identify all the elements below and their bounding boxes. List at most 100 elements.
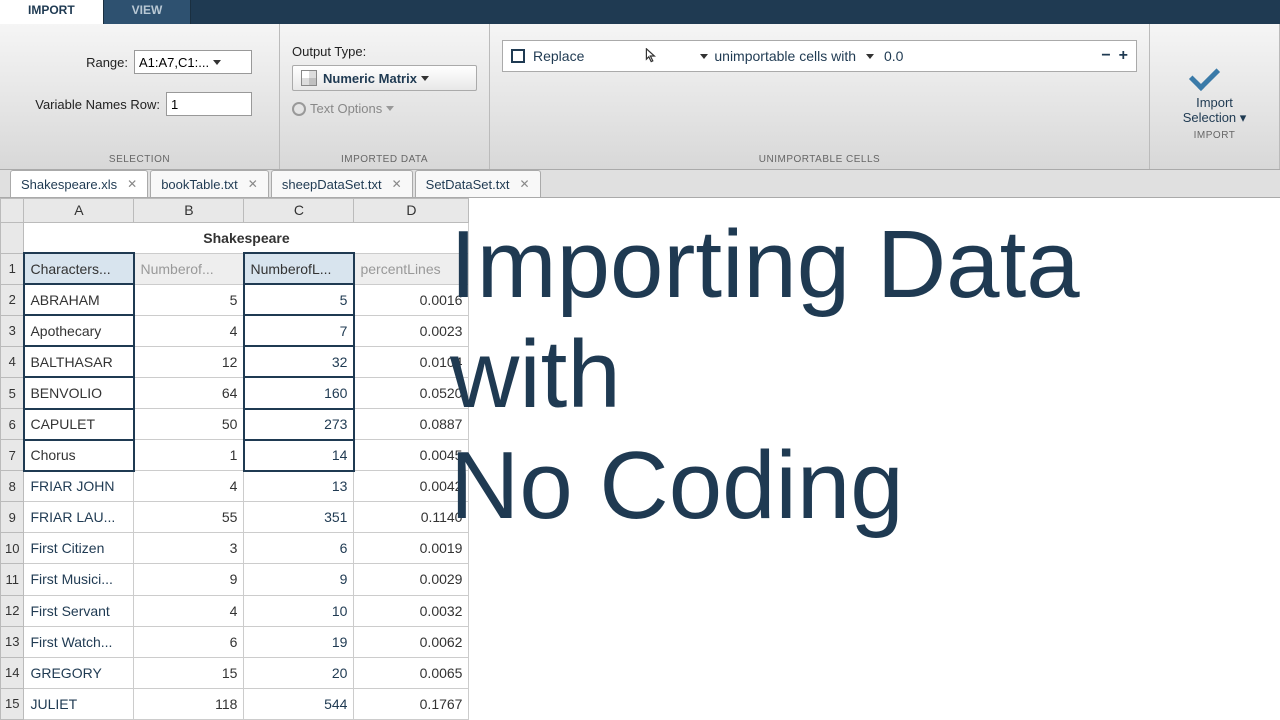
row-header[interactable]: 3	[1, 315, 24, 346]
row-header[interactable]: 11	[1, 564, 24, 595]
ribbon: Range: A1:A7,C1:... Variable Names Row: …	[0, 24, 1280, 170]
row-header[interactable]: 6	[1, 409, 24, 440]
chevron-down-icon	[421, 76, 429, 81]
row-header[interactable]: 2	[1, 284, 24, 315]
range-label: Range:	[12, 55, 128, 70]
close-icon[interactable]: ✕	[392, 177, 402, 191]
import-label: ImportSelection ▾	[1183, 95, 1247, 126]
table-cell[interactable]: BALTHASAR	[24, 346, 134, 377]
column-header[interactable]: C	[244, 199, 354, 223]
table-cell[interactable]: Chorus	[24, 440, 134, 471]
table-cell[interactable]: 6	[244, 533, 354, 564]
table-cell[interactable]: BENVOLIO	[24, 377, 134, 408]
tab-import[interactable]: IMPORT	[0, 0, 104, 24]
table-cell[interactable]: 0.1767	[354, 688, 469, 719]
table-cell[interactable]: 1	[134, 440, 244, 471]
range-input[interactable]: A1:A7,C1:...	[134, 50, 252, 74]
table-cell[interactable]: 9	[244, 564, 354, 595]
minus-button[interactable]: −	[1101, 47, 1110, 65]
varnames-input[interactable]	[166, 92, 252, 116]
cursor-icon	[644, 48, 660, 64]
table-cell[interactable]: ABRAHAM	[24, 284, 134, 315]
row-header[interactable]: 15	[1, 688, 24, 719]
data-table[interactable]: ABCDShakespeare1Characters...Numberof...…	[0, 198, 469, 720]
table-cell[interactable]: 20	[244, 657, 354, 688]
import-selection-button[interactable]: ImportSelection ▾	[1183, 57, 1247, 126]
replace-label: Replace	[533, 48, 584, 64]
output-type-dropdown[interactable]: Numeric Matrix	[292, 65, 477, 91]
row-header[interactable]: 13	[1, 626, 24, 657]
chevron-down-icon[interactable]	[700, 54, 708, 59]
table-cell[interactable]: 5	[134, 284, 244, 315]
table-cell[interactable]: 50	[134, 409, 244, 440]
table-cell[interactable]: 3	[134, 533, 244, 564]
table-cell[interactable]: FRIAR LAU...	[24, 502, 134, 533]
row-header[interactable]: 14	[1, 657, 24, 688]
plus-button[interactable]: +	[1119, 47, 1128, 65]
file-tab[interactable]: sheepDataSet.txt✕	[271, 170, 413, 197]
table-cell[interactable]: 160	[244, 377, 354, 408]
file-tab[interactable]: SetDataSet.txt✕	[415, 170, 541, 197]
table-cell[interactable]: 273	[244, 409, 354, 440]
row-header[interactable]: 5	[1, 377, 24, 408]
table-cell[interactable]: 544	[244, 688, 354, 719]
varnames-label: Variable Names Row:	[12, 97, 160, 112]
row-header[interactable]: 1	[1, 253, 24, 284]
table-cell[interactable]: 9	[134, 564, 244, 595]
table-cell[interactable]: First Citizen	[24, 533, 134, 564]
table-cell[interactable]: CAPULET	[24, 409, 134, 440]
table-cell[interactable]: FRIAR JOHN	[24, 471, 134, 502]
close-icon[interactable]: ✕	[248, 177, 258, 191]
table-cell[interactable]: 7	[244, 315, 354, 346]
chevron-down-icon[interactable]	[866, 54, 874, 59]
text-options-button[interactable]: Text Options	[292, 101, 477, 116]
table-cell[interactable]: 6	[134, 626, 244, 657]
table-cell[interactable]: 118	[134, 688, 244, 719]
row-header[interactable]: 7	[1, 440, 24, 471]
table-cell[interactable]: 0.0065	[354, 657, 469, 688]
table-cell[interactable]: 5	[244, 284, 354, 315]
close-icon[interactable]: ✕	[127, 177, 137, 191]
row-header[interactable]: 8	[1, 471, 24, 502]
variable-header[interactable]: NumberofL...	[244, 253, 354, 284]
table-cell[interactable]: 4	[134, 471, 244, 502]
variable-header[interactable]: Numberof...	[134, 253, 244, 284]
row-header[interactable]: 12	[1, 595, 24, 626]
table-cell[interactable]: 55	[134, 502, 244, 533]
table-cell[interactable]: 13	[244, 471, 354, 502]
table-cell[interactable]: 15	[134, 657, 244, 688]
table-cell[interactable]: 0.0029	[354, 564, 469, 595]
table-cell[interactable]: 19	[244, 626, 354, 657]
table-cell[interactable]: 4	[134, 595, 244, 626]
table-cell[interactable]: 12	[134, 346, 244, 377]
row-header[interactable]: 9	[1, 502, 24, 533]
table-cell[interactable]: GREGORY	[24, 657, 134, 688]
column-header[interactable]: A	[24, 199, 134, 223]
replace-checkbox[interactable]	[511, 49, 525, 63]
table-cell[interactable]: 64	[134, 377, 244, 408]
row-header[interactable]: 10	[1, 533, 24, 564]
table-cell[interactable]: 4	[134, 315, 244, 346]
close-icon[interactable]: ✕	[519, 177, 529, 191]
file-tab[interactable]: bookTable.txt✕	[150, 170, 269, 197]
table-cell[interactable]: 0.0032	[354, 595, 469, 626]
ribbon-group-unimportable: Replace unimportable cells with 0.0 − + …	[490, 24, 1150, 169]
table-cell[interactable]: First Servant	[24, 595, 134, 626]
group-label-import: IMPORT	[1194, 130, 1236, 141]
table-cell[interactable]: 32	[244, 346, 354, 377]
file-tab[interactable]: Shakespeare.xls✕	[10, 170, 148, 197]
table-cell[interactable]: First Watch...	[24, 626, 134, 657]
table-cell[interactable]: JULIET	[24, 688, 134, 719]
variable-header[interactable]: Characters...	[24, 253, 134, 284]
table-cell[interactable]: 351	[244, 502, 354, 533]
table-cell[interactable]: Apothecary	[24, 315, 134, 346]
table-cell[interactable]: First Musici...	[24, 564, 134, 595]
table-cell[interactable]: 14	[244, 440, 354, 471]
unimportable-value[interactable]: 0.0	[884, 48, 944, 64]
row-header[interactable]: 4	[1, 346, 24, 377]
table-cell[interactable]: 0.0062	[354, 626, 469, 657]
file-tabs: Shakespeare.xls✕bookTable.txt✕sheepDataS…	[0, 170, 1280, 198]
table-cell[interactable]: 10	[244, 595, 354, 626]
column-header[interactable]: B	[134, 199, 244, 223]
tab-view[interactable]: VIEW	[104, 0, 192, 24]
